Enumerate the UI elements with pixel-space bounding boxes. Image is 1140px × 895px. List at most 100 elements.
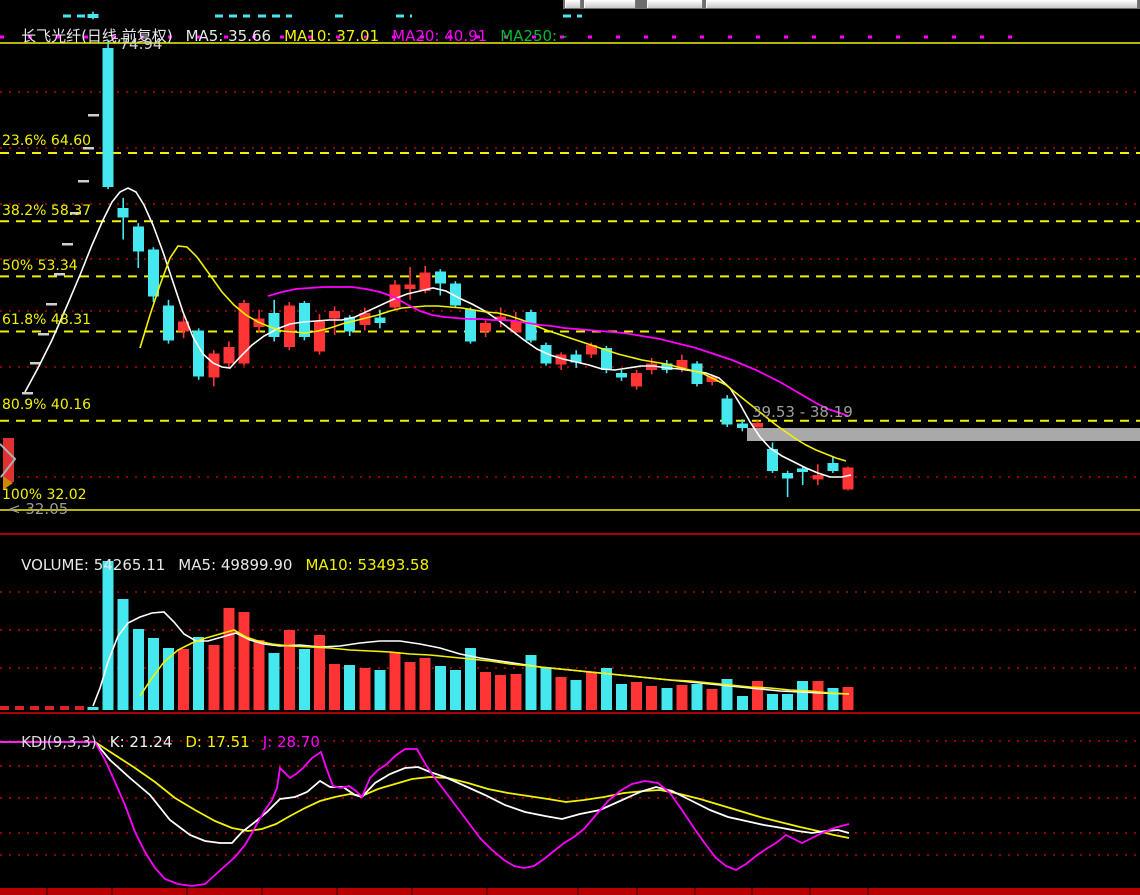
low-price-label: < 32.05 <box>8 502 68 517</box>
fib-label-382: 38.2% 58.37 <box>2 204 91 219</box>
volume-bar[interactable] <box>676 685 687 710</box>
start-marker-flag <box>3 438 14 482</box>
volume-bar[interactable] <box>782 694 793 710</box>
volume-bar[interactable] <box>646 686 657 710</box>
candle[interactable] <box>480 323 491 332</box>
volume-panel-header: VOLUME: 54265.11MA5: 49899.90MA10: 53493… <box>2 538 442 592</box>
candle[interactable] <box>314 321 325 352</box>
candle[interactable] <box>631 373 642 386</box>
volume-bar[interactable] <box>193 637 204 710</box>
volume-bar[interactable] <box>767 694 778 710</box>
candle[interactable] <box>148 249 159 296</box>
trend-dash-mark <box>78 180 89 183</box>
price-panel[interactable] <box>0 12 1140 510</box>
volume-bar[interactable] <box>118 599 129 710</box>
volume-bar[interactable] <box>208 645 219 710</box>
volume-bar[interactable] <box>239 612 250 710</box>
volume-bar[interactable] <box>827 688 838 710</box>
ma20-readout: MA20: 40.91 <box>392 27 487 45</box>
candle[interactable] <box>223 347 234 363</box>
candle[interactable] <box>329 311 340 319</box>
volume-bar[interactable] <box>420 658 431 710</box>
candle[interactable] <box>405 284 416 288</box>
volume-bar[interactable] <box>586 672 597 710</box>
candle[interactable] <box>118 208 129 218</box>
volume-bar[interactable] <box>541 668 552 710</box>
toolbar-button[interactable] <box>706 0 1138 8</box>
volume-bar[interactable] <box>178 649 189 710</box>
volume-bar[interactable] <box>359 668 370 710</box>
candle[interactable] <box>435 271 446 283</box>
volume-bar[interactable] <box>223 608 234 710</box>
candle[interactable] <box>163 305 174 340</box>
volume-bar[interactable] <box>405 662 416 710</box>
volume-bar[interactable] <box>480 672 491 710</box>
volume-readout: VOLUME: 54265.11 <box>21 556 165 574</box>
candle[interactable] <box>843 467 854 489</box>
candle[interactable] <box>812 475 823 479</box>
volume-bar[interactable] <box>390 652 401 710</box>
volume-ma10-readout: MA10: 53493.58 <box>305 556 429 574</box>
toolbar-button[interactable] <box>647 0 703 8</box>
toolbar-button[interactable] <box>584 0 636 8</box>
trend-dash-mark <box>88 114 99 117</box>
top-toolbar-fragment <box>563 0 1140 9</box>
volume-bar[interactable] <box>133 629 144 710</box>
volume-bar[interactable] <box>525 655 536 710</box>
candle[interactable] <box>692 363 703 384</box>
price-panel-header: 长飞光纤(日线,前复权)MA5: 35.66MA10: 37.01MA20: 4… <box>2 9 580 63</box>
candle[interactable] <box>133 226 144 251</box>
volume-bar[interactable] <box>344 665 355 710</box>
volume-bar[interactable] <box>495 675 506 710</box>
candle[interactable] <box>722 398 733 424</box>
volume-bar[interactable] <box>692 684 703 710</box>
volume-bar[interactable] <box>329 664 340 710</box>
volume-bar[interactable] <box>284 630 295 710</box>
volume-bar[interactable] <box>88 707 99 710</box>
candle[interactable] <box>465 310 476 342</box>
volume-bar[interactable] <box>510 674 521 710</box>
candle[interactable] <box>737 424 748 428</box>
candle[interactable] <box>616 373 627 377</box>
volume-bar[interactable] <box>450 670 461 710</box>
volume-bar[interactable] <box>843 687 854 710</box>
toolbar-button[interactable] <box>565 0 581 8</box>
fib-label-809: 80.9% 40.16 <box>2 398 91 413</box>
volume-bar[interactable] <box>374 670 385 710</box>
kdj-k-readout: K: 21.24 <box>110 733 173 751</box>
fib-label-50: 50% 53.34 <box>2 259 78 274</box>
candle[interactable] <box>827 463 838 471</box>
volume-bar[interactable] <box>737 696 748 710</box>
volume-bar[interactable] <box>571 680 582 710</box>
volume-bar[interactable] <box>752 681 763 710</box>
gap-range-label: 39.53 - 38.19 <box>752 405 853 420</box>
fib-label-618: 61.8% 48.31 <box>2 313 91 328</box>
trading-terminal-window: 长飞光纤(日线,前复权)MA5: 35.66MA10: 37.01MA20: 4… <box>0 0 1140 895</box>
volume-bar[interactable] <box>707 689 718 710</box>
ma10-readout: MA10: 37.01 <box>284 27 379 45</box>
ma5-readout: MA5: 35.66 <box>186 27 272 45</box>
volume-bar[interactable] <box>661 688 672 710</box>
kdj-j-readout: J: 28.70 <box>263 733 320 751</box>
kdj-params-readout: KDJ(9,3,3) <box>21 733 97 751</box>
volume-bar[interactable] <box>616 684 627 710</box>
volume-bar[interactable] <box>797 681 808 710</box>
volume-bar[interactable] <box>556 677 567 710</box>
candle[interactable] <box>239 303 250 363</box>
candle[interactable] <box>103 48 114 187</box>
peak-price-label: ¯74.94 <box>112 37 162 52</box>
candle[interactable] <box>374 317 385 322</box>
gap-zone-bar <box>747 428 1140 441</box>
fib-label-236: 23.6% 64.60 <box>2 134 91 149</box>
volume-bar[interactable] <box>812 681 823 710</box>
volume-bar[interactable] <box>254 640 265 710</box>
time-axis-bar[interactable] <box>0 888 1140 895</box>
volume-bar[interactable] <box>269 653 280 710</box>
candle[interactable] <box>782 473 793 478</box>
volume-bar[interactable] <box>435 666 446 710</box>
kdj-panel-header: KDJ(9,3,3)K: 21.24D: 17.51J: 28.70 <box>2 715 333 769</box>
volume-bar[interactable] <box>299 649 310 710</box>
volume-bar[interactable] <box>148 638 159 710</box>
trend-dash-mark <box>38 333 49 336</box>
volume-bar[interactable] <box>631 682 642 710</box>
